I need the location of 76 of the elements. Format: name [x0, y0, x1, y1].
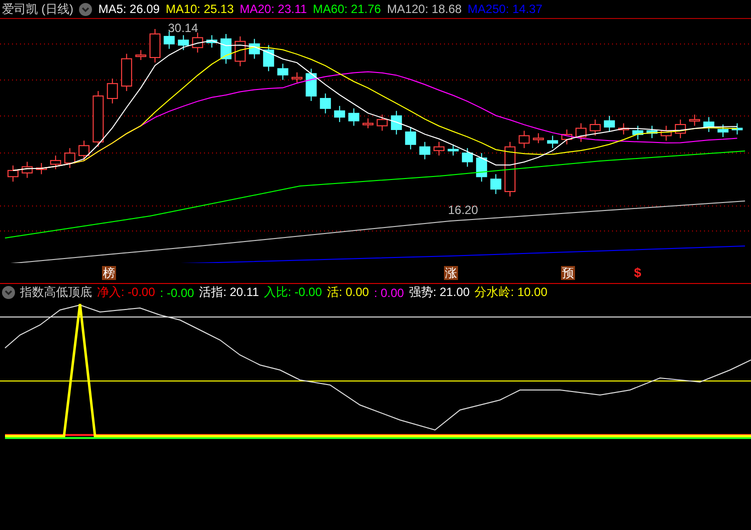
- candlestick: [476, 152, 488, 182]
- moving-average-value: MA20: 23.11: [240, 2, 307, 16]
- candlestick: [632, 125, 644, 140]
- candlestick: [674, 119, 686, 139]
- candlestick: [618, 122, 630, 135]
- indicator-value: 净入: -0.00: [97, 284, 156, 301]
- indicator-value: 入比: -0.00: [264, 284, 322, 301]
- stock-title: 爱司凯 (日线): [2, 0, 74, 18]
- candlestick: [234, 36, 246, 67]
- moving-average-value: MA5: 26.09: [98, 2, 160, 16]
- signal-marker: 榜: [102, 266, 116, 280]
- candlestick: [334, 105, 346, 123]
- indicator-value: : -0.00: [160, 286, 194, 300]
- indicator-value: 活指: 20.11: [199, 284, 259, 301]
- signal-marker: 预: [561, 266, 575, 280]
- candlestick: [263, 44, 274, 72]
- candlestick: [604, 115, 615, 132]
- indicator-value: 强势: 21.00: [408, 284, 470, 301]
- candlestick: [646, 125, 658, 139]
- candlestick: [660, 125, 672, 142]
- candlestick: [106, 78, 118, 104]
- candlestick: [362, 118, 374, 129]
- candlestick: [150, 28, 160, 63]
- candlestick: [220, 33, 232, 64]
- candlestick: [504, 141, 516, 198]
- candlestick: [36, 162, 47, 175]
- candlestick: [703, 116, 714, 132]
- candlestick: [277, 63, 288, 80]
- candlestick: [576, 122, 586, 142]
- moving-average-value: MA60: 21.76: [312, 2, 381, 16]
- dropdown-icon[interactable]: [2, 286, 15, 299]
- indicator-value: 活: 0.00: [326, 284, 369, 301]
- candlestick: [390, 110, 402, 135]
- candlestick: [561, 129, 572, 145]
- candlestick: [192, 32, 204, 54]
- candlestick: [732, 122, 743, 135]
- candlestick: [462, 148, 473, 168]
- indicator-title: 指数高低顶底: [20, 284, 92, 301]
- candlestick: [135, 50, 146, 60]
- candlestick: [164, 30, 175, 50]
- candlestick: [306, 68, 317, 102]
- candlestick: [178, 34, 189, 51]
- indicator-value: : 0.00: [374, 286, 404, 300]
- candlestick: [434, 141, 444, 156]
- candlestick: [419, 141, 430, 160]
- candlestick: [64, 148, 76, 168]
- candlestick: [448, 144, 459, 156]
- candlestick: [248, 38, 260, 60]
- dropdown-icon[interactable]: [79, 2, 92, 16]
- candlestick: [348, 108, 360, 126]
- candlestick: [547, 135, 558, 149]
- candlestick: [92, 90, 104, 148]
- candlestick: [50, 155, 62, 170]
- candlestick: [490, 174, 502, 195]
- candlestick: [718, 124, 728, 138]
- indicator-value: 分水岭: 10.00: [474, 284, 548, 301]
- moving-average-value: MA120: 18.68: [386, 2, 462, 16]
- candlestick: [292, 72, 302, 83]
- candlestick: [376, 114, 388, 132]
- high-price-label: 30.14: [168, 21, 198, 35]
- signal-marker: 涨: [444, 266, 458, 280]
- candlestick: [8, 165, 18, 182]
- candlestick: [22, 161, 33, 178]
- candlestick: [405, 126, 416, 150]
- signal-marker: $: [634, 265, 642, 280]
- low-price-label: 16.20: [448, 203, 478, 217]
- candlestick: [532, 132, 544, 144]
- candlestick: [121, 53, 132, 92]
- moving-average-value: MA10: 25.13: [166, 2, 234, 16]
- candlestick: [689, 114, 700, 126]
- candlestick: [518, 130, 530, 149]
- candlestick: [78, 140, 90, 162]
- candlestick: [590, 119, 601, 136]
- moving-average-value: MA250: 14.37: [468, 2, 542, 16]
- candlestick: [206, 34, 218, 48]
- candlestick: [320, 93, 331, 114]
